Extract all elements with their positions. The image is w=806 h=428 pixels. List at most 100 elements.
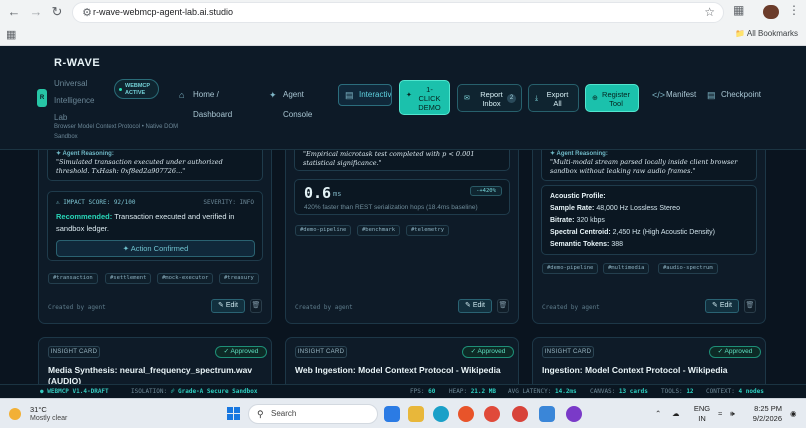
warning-icon: ⚠ <box>56 199 60 206</box>
tag-chip[interactable]: #telemetry <box>406 225 450 236</box>
extensions-icon[interactable]: ▦ <box>733 3 744 17</box>
acoustic-key: Semantic Tokens: <box>550 241 610 248</box>
back-icon[interactable]: ← <box>5 3 23 21</box>
weather-condition[interactable]: Mostly clear <box>30 415 67 422</box>
edit-button[interactable]: ✎ Edit <box>705 299 739 313</box>
heap-label: HEAP: <box>449 388 468 395</box>
action-confirmed-button[interactable]: ✦ Action Confirmed <box>56 240 255 257</box>
delete-icon[interactable]: 🗑 <box>497 299 509 313</box>
approved-badge: ✓ Approved <box>462 346 514 358</box>
edit-icon: ✎ <box>218 302 224 309</box>
agent-reasoning-box: ✦ Agent Reasoning: "Simulated transactio… <box>47 150 263 181</box>
tag-chip[interactable]: #transaction <box>48 273 98 284</box>
system-clock[interactable]: 8:25 PM 9/2/2026 <box>748 404 782 424</box>
edit-button[interactable]: ✎ Edit <box>458 299 492 313</box>
taskbar-search-label: Search <box>271 409 297 418</box>
tag-chip[interactable]: #settlement <box>105 273 152 284</box>
tag-chip[interactable]: #mock-executor <box>157 273 214 284</box>
weather-temp[interactable]: 31°C <box>30 405 47 414</box>
nav-interactive[interactable]: ▤ Interactiv <box>338 84 392 106</box>
language-line-1: ENG <box>693 404 711 413</box>
volume-icon[interactable]: 🕪 <box>730 409 735 419</box>
tag-chip[interactable]: #benchmark <box>357 225 401 236</box>
download-icon: ⤓ <box>535 95 539 102</box>
taskbar-search[interactable]: ⚲ Search <box>248 404 378 424</box>
address-bar[interactable]: ⚙ r-wave-webmcp-agent-lab.ai.studio ☆ <box>72 2 724 23</box>
wifi-icon[interactable]: ≈ <box>718 409 722 419</box>
reload-icon[interactable]: ↻ <box>48 3 66 21</box>
check-circle-icon: ✓ <box>470 348 477 355</box>
nav-home-dashboard[interactable]: ⌂ Home / Dashboard <box>172 84 260 119</box>
forward-icon[interactable]: → <box>27 3 45 21</box>
insight-card-transaction: ✦ Agent Reasoning: "Simulated transactio… <box>38 150 272 324</box>
tag-chip[interactable]: #treasury <box>219 273 259 284</box>
context-value: 4 nodes <box>738 388 764 395</box>
windows-start-icon[interactable] <box>227 407 241 421</box>
export-all-line-2: All <box>553 99 562 108</box>
edit-label: Edit <box>472 302 485 309</box>
chrome-icon[interactable] <box>484 406 500 422</box>
firefox-icon[interactable] <box>458 406 474 422</box>
speedup-badge: -+420% <box>470 186 502 196</box>
edit-button[interactable]: ✎ Edit <box>211 299 245 313</box>
click-demo-button[interactable]: ✦ 1- CLICK DEMO <box>399 80 450 115</box>
tag-chip[interactable]: #multimedia <box>603 263 650 274</box>
file-explorer-icon[interactable] <box>384 406 400 422</box>
acoustic-value: 2,450 Hz (High Acoustic Density) <box>612 229 715 236</box>
tools-status: TOOLS: 12 <box>661 388 694 395</box>
report-inbox-button[interactable]: ✉ Report Inbox 2 <box>457 84 522 112</box>
card-title-line-2: (AUDIO) <box>48 376 82 384</box>
agent-reasoning-box: ✦ Agent Reasoning: "Multi-modal stream p… <box>541 150 757 181</box>
export-all-button[interactable]: ⤓ Export All <box>528 84 579 112</box>
profile-avatar[interactable] <box>763 5 779 19</box>
tag-chip[interactable]: #demo-pipeline <box>295 225 352 236</box>
latency-status: AVG LATENCY: 14.2ms <box>508 388 577 395</box>
delete-icon[interactable]: 🗑 <box>744 299 756 313</box>
brand-line-1: Universal <box>54 79 88 88</box>
latency-label: AVG LATENCY: <box>508 388 552 395</box>
console-icon: ✦ <box>269 90 277 100</box>
tag-chip[interactable]: #demo-pipeline <box>542 263 599 274</box>
all-bookmarks-link[interactable]: 📁 All Bookmarks <box>735 29 798 38</box>
weather-icon[interactable] <box>9 408 21 420</box>
menu-icon[interactable]: ⋮ <box>788 3 800 17</box>
chrome-active-icon[interactable] <box>512 406 528 422</box>
tray-chevron-icon[interactable]: ⌃ <box>655 409 661 419</box>
agent-reasoning-quote: "Multi-modal stream parsed locally insid… <box>550 158 738 175</box>
recommendation: Recommended: Transaction executed and ve… <box>56 211 256 235</box>
agent-reasoning-quote: "Simulated transaction executed under au… <box>56 158 223 175</box>
app-header: R R-WAVE Universal Intelligence Lab Brow… <box>0 46 806 150</box>
recommend-label: Recommended: <box>56 212 113 221</box>
bookmark-star-icon[interactable]: ☆ <box>704 5 715 19</box>
cloud-icon[interactable]: ☁ <box>672 409 680 419</box>
impact-score-text: IMPACT SCORE: 92/100 <box>63 199 136 206</box>
isolation-status: ISOLATION: ☍ Grade-A Secure Sandbox <box>131 388 257 395</box>
manifest-link[interactable]: </> Manifest <box>645 84 697 106</box>
canvas-value: 13 cards <box>618 388 648 395</box>
edge-icon[interactable] <box>433 406 449 422</box>
acoustic-value: 48,000 Hz Lossless Stereo <box>596 205 680 212</box>
checkpoint-link[interactable]: ▤ Checkpoint <box>700 84 766 106</box>
headphones-app-icon[interactable] <box>566 406 582 422</box>
tools-value: 12 <box>686 388 694 395</box>
notifications-icon[interactable]: ◉ <box>790 409 797 419</box>
acoustic-key: Sample Rate: <box>550 205 595 212</box>
language-indicator[interactable]: ENG IN <box>692 404 712 424</box>
notepad-icon[interactable] <box>539 406 555 422</box>
context-label: CONTEXT: <box>706 388 735 395</box>
inbox-count-badge: 2 <box>507 94 516 103</box>
latency-value: 14.2ms <box>554 388 577 395</box>
agent-reasoning-text: Agent Reasoning: <box>556 151 608 157</box>
folder-app-icon[interactable] <box>408 406 424 422</box>
site-info-icon[interactable]: ⚙ <box>80 6 94 20</box>
tag-chip[interactable]: #audio-spectrum <box>658 263 718 274</box>
card-canvas: ✦ Agent Reasoning: "Simulated transactio… <box>0 150 806 384</box>
nav-agent-console[interactable]: ✦ Agent Console <box>262 84 334 119</box>
register-tool-button[interactable]: ⊕ Register Tool <box>585 84 639 112</box>
delete-icon[interactable]: 🗑 <box>250 299 262 313</box>
heap-value: 21.2 MB <box>470 388 496 395</box>
apps-grid-icon[interactable]: ▦ <box>6 28 16 41</box>
isolation-label: ISOLATION: <box>131 388 168 395</box>
brand-tagline: Browser Model Context Protocol • Native … <box>54 124 179 140</box>
manifest-label: Manifest <box>666 90 697 99</box>
